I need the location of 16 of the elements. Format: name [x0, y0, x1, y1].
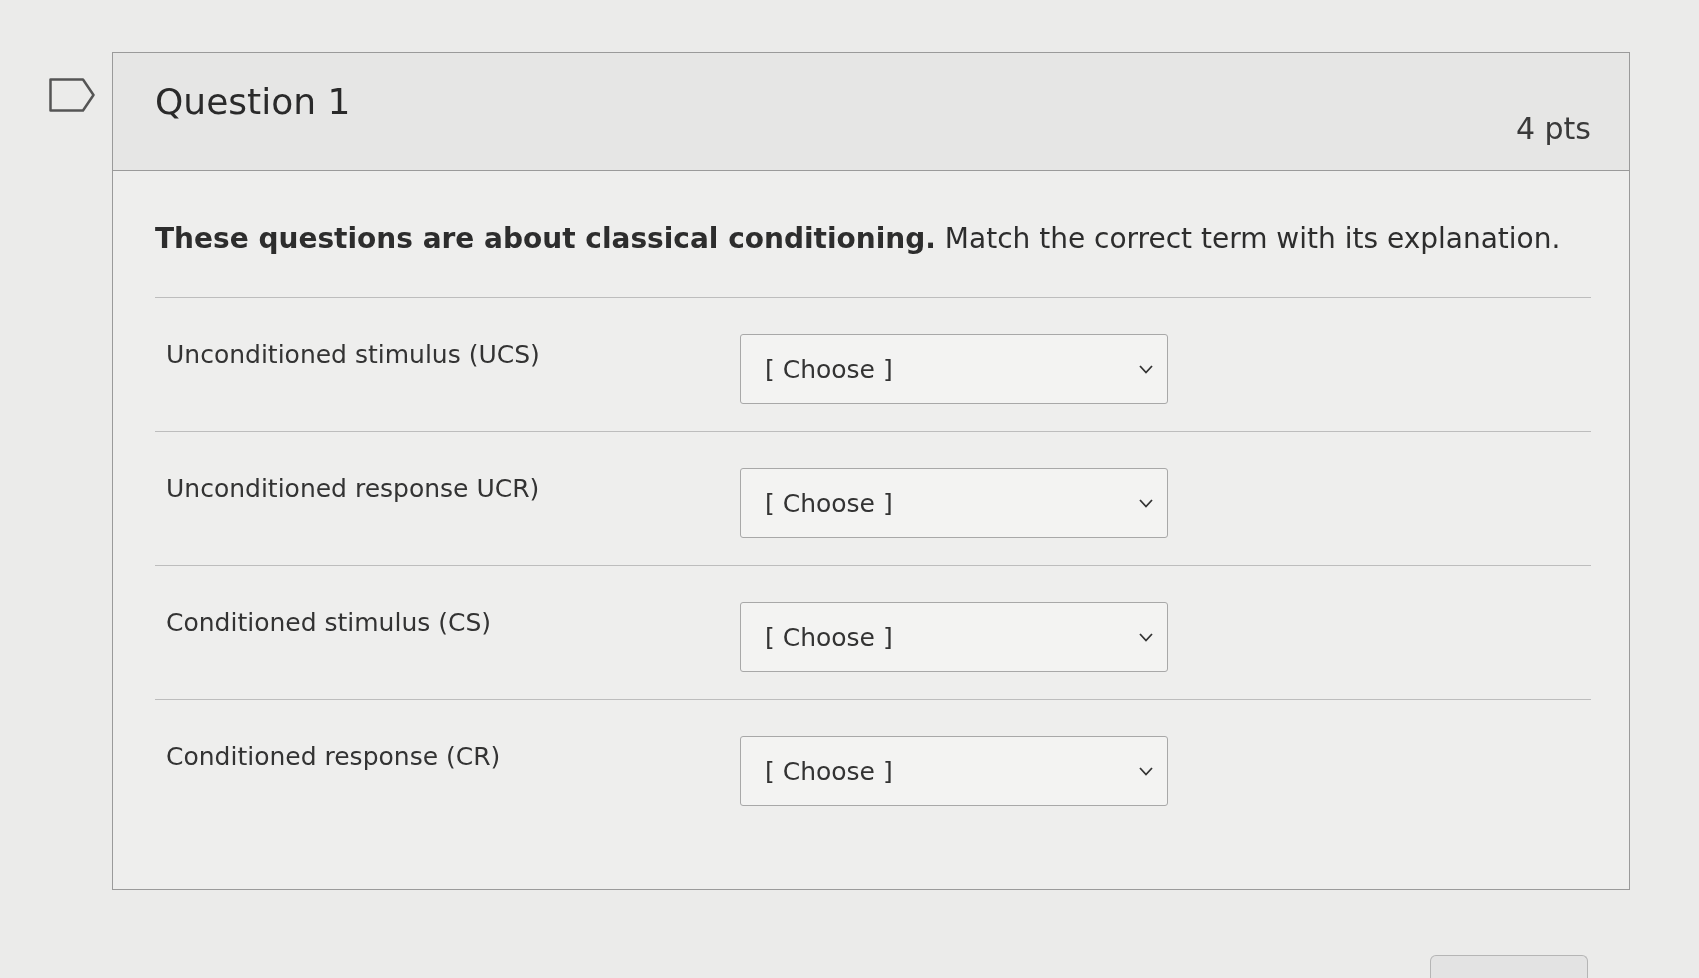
- caret-icon: [1139, 498, 1153, 508]
- term-label: Unconditioned stimulus (UCS): [166, 339, 541, 370]
- question-title: Question 1: [155, 81, 351, 122]
- term-label: Conditioned response (CR): [166, 741, 502, 772]
- answer-dropdown[interactable]: [ Choose ]: [740, 468, 1168, 539]
- answer-dropdown[interactable]: [ Choose ]: [740, 334, 1168, 405]
- question-text: These questions are about classical conditioning. Match the correct term with its explanation.: [155, 221, 1562, 257]
- caret-icon: [1139, 766, 1153, 776]
- answer-dropdown[interactable]: [ Choose ]: [740, 602, 1168, 673]
- caret-icon: [1139, 632, 1153, 642]
- term-label: Unconditioned response UCR): [166, 473, 541, 504]
- caret-icon: [1139, 364, 1153, 374]
- flag-icon[interactable]: [49, 78, 95, 112]
- points-label: 4 pts: [1515, 111, 1591, 146]
- answer-dropdown[interactable]: [ Choose ]: [740, 736, 1168, 807]
- term-label: Conditioned stimulus (CS): [166, 607, 493, 638]
